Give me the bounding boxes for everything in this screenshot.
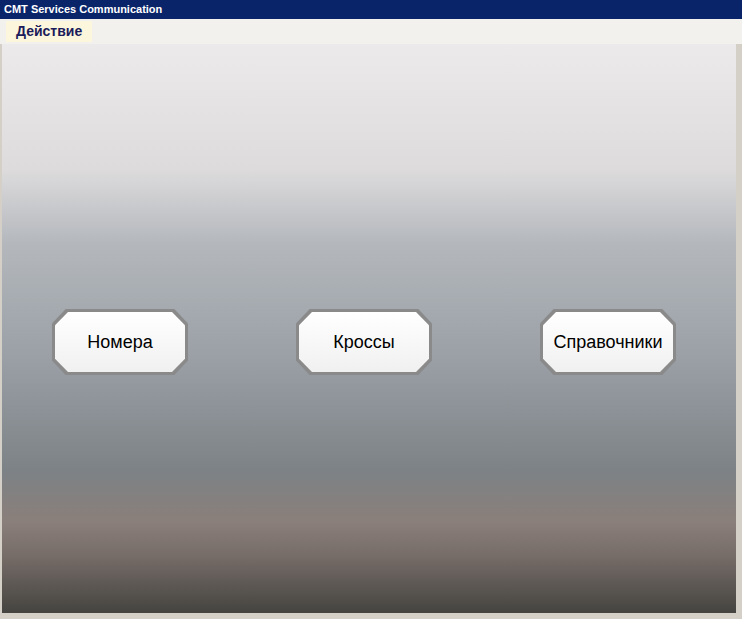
- menu-item[interactable]: Действие: [6, 21, 92, 42]
- nav-button[interactable]: Справочники: [540, 309, 676, 375]
- button-row: Номера Кроссы Справочники: [2, 44, 736, 375]
- menu-bar: Действие: [0, 19, 742, 44]
- window-title: CMT Services Communication: [4, 1, 162, 18]
- title-bar: CMT Services Communication: [0, 0, 742, 19]
- nav-button-label: Справочники: [553, 329, 662, 356]
- nav-button[interactable]: Номера: [52, 309, 188, 375]
- nav-button-label: Кроссы: [333, 329, 394, 356]
- background-photo: Номера Кроссы Справочники: [2, 44, 736, 613]
- nav-button[interactable]: Кроссы: [296, 309, 432, 375]
- nav-button-label: Номера: [87, 329, 152, 356]
- app-window: CMT Services CommunicationДействиеНомера…: [0, 0, 742, 619]
